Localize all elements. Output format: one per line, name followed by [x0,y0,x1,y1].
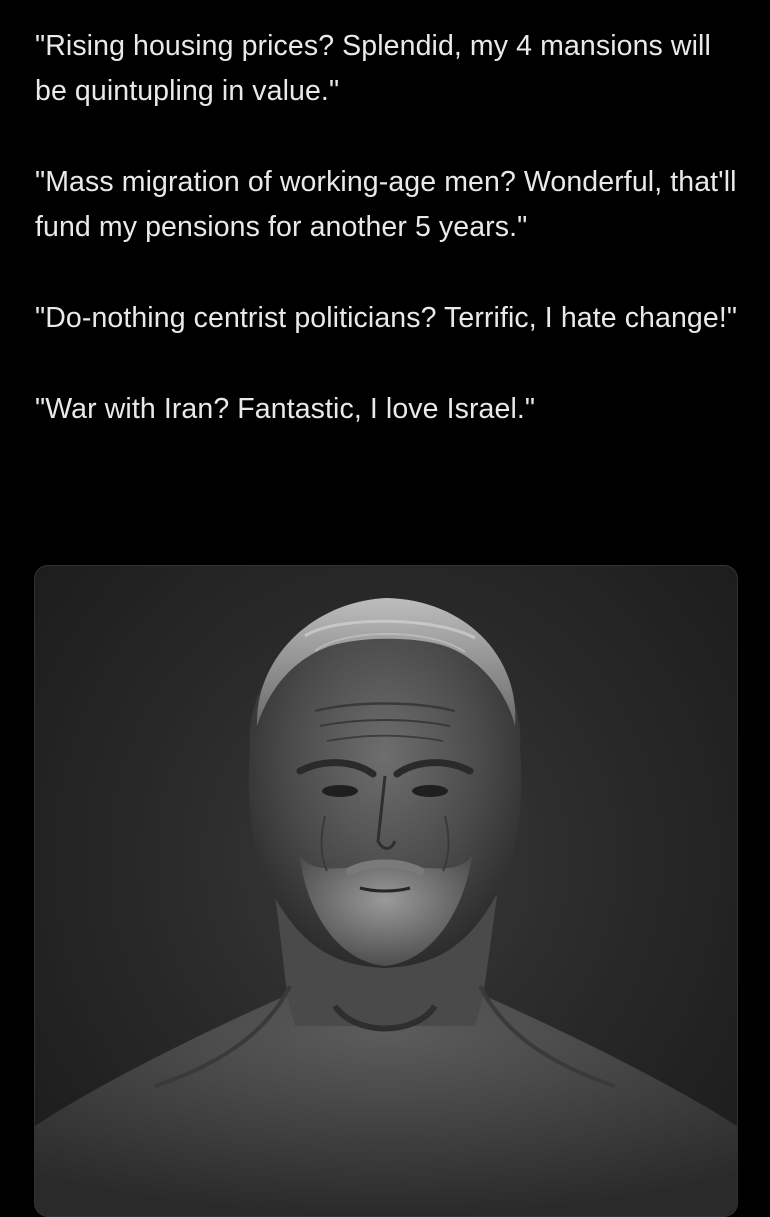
post-paragraph-4: "War with Iran? Fantastic, I love Israel… [35,393,536,425]
post-text: "Rising housing prices? Splendid, my 4 m… [35,24,745,432]
post-paragraph-2: "Mass migration of working-age men? Wond… [35,166,737,243]
post-image[interactable] [34,565,738,1217]
post-paragraph-3: "Do-nothing centrist politicians? Terrif… [35,302,738,334]
portrait-illustration [35,598,737,1216]
post-paragraph-1: "Rising housing prices? Splendid, my 4 m… [35,30,711,107]
